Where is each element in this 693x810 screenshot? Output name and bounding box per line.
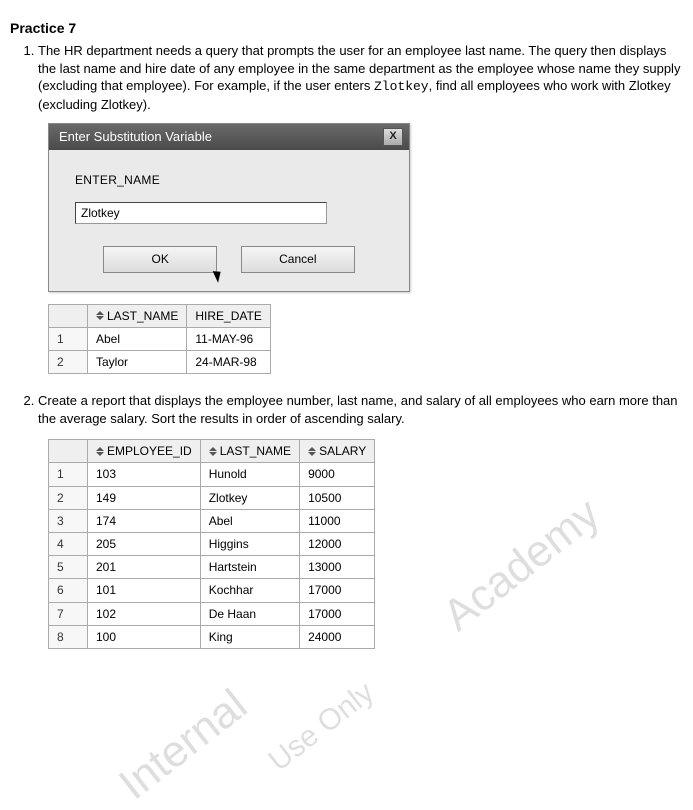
cell-last-name: Hunold <box>200 463 299 486</box>
col-hire-date: HIRE_DATE <box>187 304 270 327</box>
cell-last-name: Abel <box>88 327 187 350</box>
rownum-header <box>49 304 88 327</box>
cell-last-name: Kochhar <box>200 579 299 602</box>
table-row: 4205Higgins12000 <box>49 532 375 555</box>
dialog-field-label: ENTER_NAME <box>75 172 383 188</box>
cell-emp-id: 101 <box>88 579 201 602</box>
q1-result-table: LAST_NAME HIRE_DATE 1 Abel 11-MAY-96 2 T… <box>48 304 271 375</box>
sort-icon <box>96 447 104 457</box>
cell-last-name: Hartstein <box>200 556 299 579</box>
table-row: 2 Taylor 24-MAR-98 <box>49 350 271 373</box>
rownum: 2 <box>49 350 88 373</box>
enter-name-input[interactable] <box>75 202 327 224</box>
dialog-title: Enter Substitution Variable <box>59 128 212 146</box>
sort-icon <box>308 447 316 457</box>
rownum: 1 <box>49 463 88 486</box>
cell-emp-id: 201 <box>88 556 201 579</box>
cell-emp-id: 205 <box>88 532 201 555</box>
cell-last-name: Higgins <box>200 532 299 555</box>
cell-emp-id: 103 <box>88 463 201 486</box>
q2-result-table: EMPLOYEE_ID LAST_NAME SALARY 1103Hunold9… <box>48 439 375 649</box>
rownum: 4 <box>49 532 88 555</box>
rownum: 1 <box>49 327 88 350</box>
rownum: 8 <box>49 625 88 648</box>
cell-salary: 12000 <box>300 532 375 555</box>
cell-last-name: Abel <box>200 509 299 532</box>
q2-text: Create a report that displays the employ… <box>38 393 678 426</box>
cell-last-name: King <box>200 625 299 648</box>
question-list: The HR department needs a query that pro… <box>38 42 683 649</box>
question-2: Create a report that displays the employ… <box>38 392 683 649</box>
substitution-dialog: Enter Substitution Variable X ENTER_NAME… <box>48 123 410 291</box>
rownum-header <box>49 440 88 463</box>
cell-salary: 10500 <box>300 486 375 509</box>
cell-salary: 13000 <box>300 556 375 579</box>
cell-last-name: Zlotkey <box>200 486 299 509</box>
cell-salary: 11000 <box>300 509 375 532</box>
cell-hire-date: 11-MAY-96 <box>187 327 270 350</box>
cell-emp-id: 174 <box>88 509 201 532</box>
col-salary: SALARY <box>300 440 375 463</box>
dialog-titlebar: Enter Substitution Variable X <box>49 124 409 150</box>
cancel-button[interactable]: Cancel <box>241 246 355 272</box>
cell-emp-id: 100 <box>88 625 201 648</box>
sort-icon <box>209 447 217 457</box>
q1-code: Zlotkey <box>374 79 429 94</box>
rownum: 3 <box>49 509 88 532</box>
cell-salary: 24000 <box>300 625 375 648</box>
watermark-text: Internal <box>110 680 256 810</box>
cell-salary: 17000 <box>300 579 375 602</box>
watermark-text: Use Only <box>263 676 381 779</box>
cell-hire-date: 24-MAR-98 <box>187 350 270 373</box>
table-row: 2149Zlotkey10500 <box>49 486 375 509</box>
cell-emp-id: 149 <box>88 486 201 509</box>
col-last-name: LAST_NAME <box>200 440 299 463</box>
rownum: 2 <box>49 486 88 509</box>
col-employee-id: EMPLOYEE_ID <box>88 440 201 463</box>
cell-emp-id: 102 <box>88 602 201 625</box>
table-row: 7102De Haan17000 <box>49 602 375 625</box>
rownum: 7 <box>49 602 88 625</box>
table-row: 5201Hartstein13000 <box>49 556 375 579</box>
table-header-row: LAST_NAME HIRE_DATE <box>49 304 271 327</box>
table-row: 1103Hunold9000 <box>49 463 375 486</box>
cell-salary: 9000 <box>300 463 375 486</box>
close-icon[interactable]: X <box>383 128 403 146</box>
table-header-row: EMPLOYEE_ID LAST_NAME SALARY <box>49 440 375 463</box>
table-row: 8100King24000 <box>49 625 375 648</box>
cell-last-name: Taylor <box>88 350 187 373</box>
table-row: 6101Kochhar17000 <box>49 579 375 602</box>
cell-last-name: De Haan <box>200 602 299 625</box>
practice-title: Practice 7 <box>10 20 683 36</box>
cell-salary: 17000 <box>300 602 375 625</box>
question-1: The HR department needs a query that pro… <box>38 42 683 374</box>
ok-button[interactable]: OK <box>103 246 217 272</box>
rownum: 6 <box>49 579 88 602</box>
sort-icon <box>96 311 104 321</box>
table-row: 1 Abel 11-MAY-96 <box>49 327 271 350</box>
rownum: 5 <box>49 556 88 579</box>
col-last-name: LAST_NAME <box>88 304 187 327</box>
table-row: 3174Abel11000 <box>49 509 375 532</box>
